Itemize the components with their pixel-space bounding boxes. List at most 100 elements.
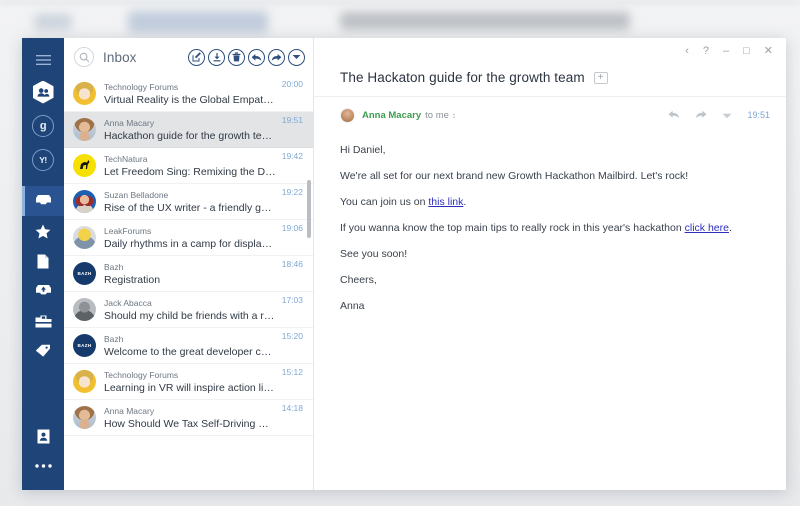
sender-bar: Anna Macary to me ↕ 19:51 bbox=[314, 97, 786, 133]
message-sender: Bazh bbox=[104, 261, 124, 272]
avatar-jack bbox=[73, 298, 96, 321]
document-icon bbox=[37, 254, 49, 268]
reply-button[interactable] bbox=[248, 48, 265, 66]
forward-button[interactable] bbox=[268, 48, 285, 66]
help-button[interactable]: ? bbox=[703, 45, 709, 57]
body-line-3-post: . bbox=[728, 222, 732, 234]
hamburger-icon bbox=[35, 54, 51, 65]
message-list-item[interactable]: Anna Macary How Should We Tax Self-Drivin… bbox=[64, 400, 313, 436]
recipients-label: to me bbox=[425, 109, 449, 121]
list-toolbar bbox=[188, 48, 305, 66]
body-line-2: You can join us on this link. bbox=[340, 195, 760, 209]
reply-button[interactable] bbox=[668, 106, 680, 124]
message-list-item[interactable]: BAZH Bazh Welcome to the great developer c… bbox=[64, 328, 313, 364]
message-sender: Technology Forums bbox=[104, 81, 179, 92]
avatar-bazh: BAZH bbox=[73, 262, 96, 285]
message-subject: Virtual Reality is the Global Empathy Ma… bbox=[104, 93, 276, 106]
account-primary[interactable] bbox=[22, 75, 64, 109]
message-list-item[interactable]: Jack Abacca Should my child be friends wi… bbox=[64, 292, 313, 328]
account-yahoo[interactable]: Y! bbox=[22, 143, 64, 177]
message-sender: Suzan Belladone bbox=[104, 189, 169, 200]
sidebar-item-inbox[interactable] bbox=[22, 186, 64, 216]
download-button[interactable] bbox=[208, 48, 225, 66]
minimize-button[interactable]: – bbox=[723, 45, 729, 57]
list-header: Inbox bbox=[64, 38, 313, 76]
forward-arrow-icon bbox=[271, 53, 282, 61]
plus-icon[interactable]: + bbox=[593, 71, 608, 84]
body-line-2-post: . bbox=[463, 196, 467, 208]
list-scrollbar-thumb[interactable] bbox=[307, 180, 311, 238]
avatar-tech-forums bbox=[73, 82, 96, 105]
people-avatar-icon bbox=[32, 80, 54, 104]
message-subject: Rise of the UX writer - a friendly guide… bbox=[104, 201, 276, 214]
click-here-link[interactable]: click here bbox=[685, 222, 729, 234]
message-list-item[interactable]: Technology Forums Virtual Reality is the … bbox=[64, 76, 313, 112]
message-time: 18:46 bbox=[281, 259, 303, 269]
sidebar-item-archive[interactable] bbox=[22, 276, 64, 306]
chevron-down-icon bbox=[292, 55, 301, 59]
message-time: 19:06 bbox=[281, 223, 303, 233]
tag-icon bbox=[35, 344, 50, 357]
back-button[interactable]: ‹ bbox=[685, 45, 689, 57]
message-list-item[interactable]: TechNatura Let Freedom Sing: Remixing the… bbox=[64, 148, 313, 184]
list-scrollbar[interactable] bbox=[307, 118, 311, 448]
message-sender: Anna Macary bbox=[104, 117, 155, 128]
sender-name[interactable]: Anna Macary bbox=[362, 110, 421, 121]
sidebar-item-folders[interactable] bbox=[22, 306, 64, 336]
delete-button[interactable] bbox=[228, 48, 245, 66]
message-subject: Registration bbox=[104, 273, 161, 286]
message-list-item[interactable]: LeakForums Daily rhythms in a camp for di… bbox=[64, 220, 313, 256]
sidebar: g Y! bbox=[22, 38, 64, 490]
inbox-icon bbox=[35, 195, 51, 207]
message-list-item[interactable]: Technology Forums Learning in VR will ins… bbox=[64, 364, 313, 400]
email-client-window: g Y! Inbox Technology Forums Virtual Rea… bbox=[22, 38, 786, 490]
message-sender: Anna Macary bbox=[104, 405, 155, 416]
message-sender: LeakForums bbox=[104, 225, 152, 236]
page-title: The Hackaton guide for the growth team bbox=[340, 70, 585, 85]
message-time: 20:00 bbox=[281, 79, 303, 89]
avatar-face bbox=[73, 370, 96, 393]
message-text: TechNatura Let Freedom Sing: Remixing the… bbox=[104, 153, 276, 179]
message-text: LeakForums Daily rhythms in a camp for di… bbox=[104, 225, 276, 251]
sidebar-item-contacts[interactable] bbox=[22, 421, 64, 451]
compose-button[interactable] bbox=[188, 48, 205, 66]
background-ghost-bar bbox=[0, 0, 800, 4]
body-line-3-pre: If you wanna know the top main tips to r… bbox=[340, 222, 685, 234]
maximize-button[interactable]: □ bbox=[743, 45, 750, 57]
message-subject: Let Freedom Sing: Remixing the Declarati… bbox=[104, 165, 276, 178]
forward-button[interactable] bbox=[695, 106, 707, 124]
more-dots-icon bbox=[34, 464, 52, 468]
search-button[interactable] bbox=[74, 47, 94, 67]
hamburger-menu-button[interactable] bbox=[22, 45, 64, 75]
avatar-face bbox=[73, 406, 96, 429]
message-text: Bazh Registration bbox=[104, 261, 276, 287]
avatar-face bbox=[73, 226, 96, 249]
message-subject: How Should We Tax Self-Driving Cars? bbox=[104, 417, 276, 430]
forward-arrow-icon bbox=[696, 110, 707, 119]
more-actions-button[interactable] bbox=[288, 48, 305, 66]
sidebar-item-drafts[interactable] bbox=[22, 246, 64, 276]
more-actions-button[interactable] bbox=[722, 106, 732, 124]
message-time: 19:42 bbox=[281, 151, 303, 161]
body-greeting: Hi Daniel, bbox=[340, 144, 386, 156]
avatar-anna bbox=[73, 118, 96, 141]
body-line-4: See you soon! bbox=[340, 248, 408, 260]
message-list-item[interactable]: Suzan Belladone Rise of the UX writer - a… bbox=[64, 184, 313, 220]
sidebar-item-more[interactable] bbox=[22, 451, 64, 481]
expand-details-toggle[interactable]: ↕ bbox=[452, 111, 456, 120]
avatar-tech-forums bbox=[73, 370, 96, 393]
message-list[interactable]: Technology Forums Virtual Reality is the … bbox=[64, 76, 313, 490]
message-text: Anna Macary How Should We Tax Self-Drivin… bbox=[104, 405, 276, 431]
email-body: Hi Daniel, We're all set for our next br… bbox=[314, 133, 786, 325]
this-link[interactable]: this link bbox=[428, 196, 463, 208]
message-list-item[interactable]: BAZH Bazh Registration 18:46 bbox=[64, 256, 313, 292]
sidebar-item-starred[interactable] bbox=[22, 216, 64, 246]
message-sender: Jack Abacca bbox=[104, 297, 152, 308]
message-list-pane: Inbox Technology Forums Virtual Reality … bbox=[64, 38, 314, 490]
body-line-3: If you wanna know the top main tips to r… bbox=[340, 221, 760, 235]
sidebar-item-labels[interactable] bbox=[22, 336, 64, 366]
message-list-item[interactable]: Anna Macary Hackathon guide for the growt… bbox=[64, 112, 313, 148]
close-button[interactable]: ✕ bbox=[764, 45, 773, 57]
background-ghost-1 bbox=[34, 14, 72, 30]
account-google[interactable]: g bbox=[22, 109, 64, 143]
